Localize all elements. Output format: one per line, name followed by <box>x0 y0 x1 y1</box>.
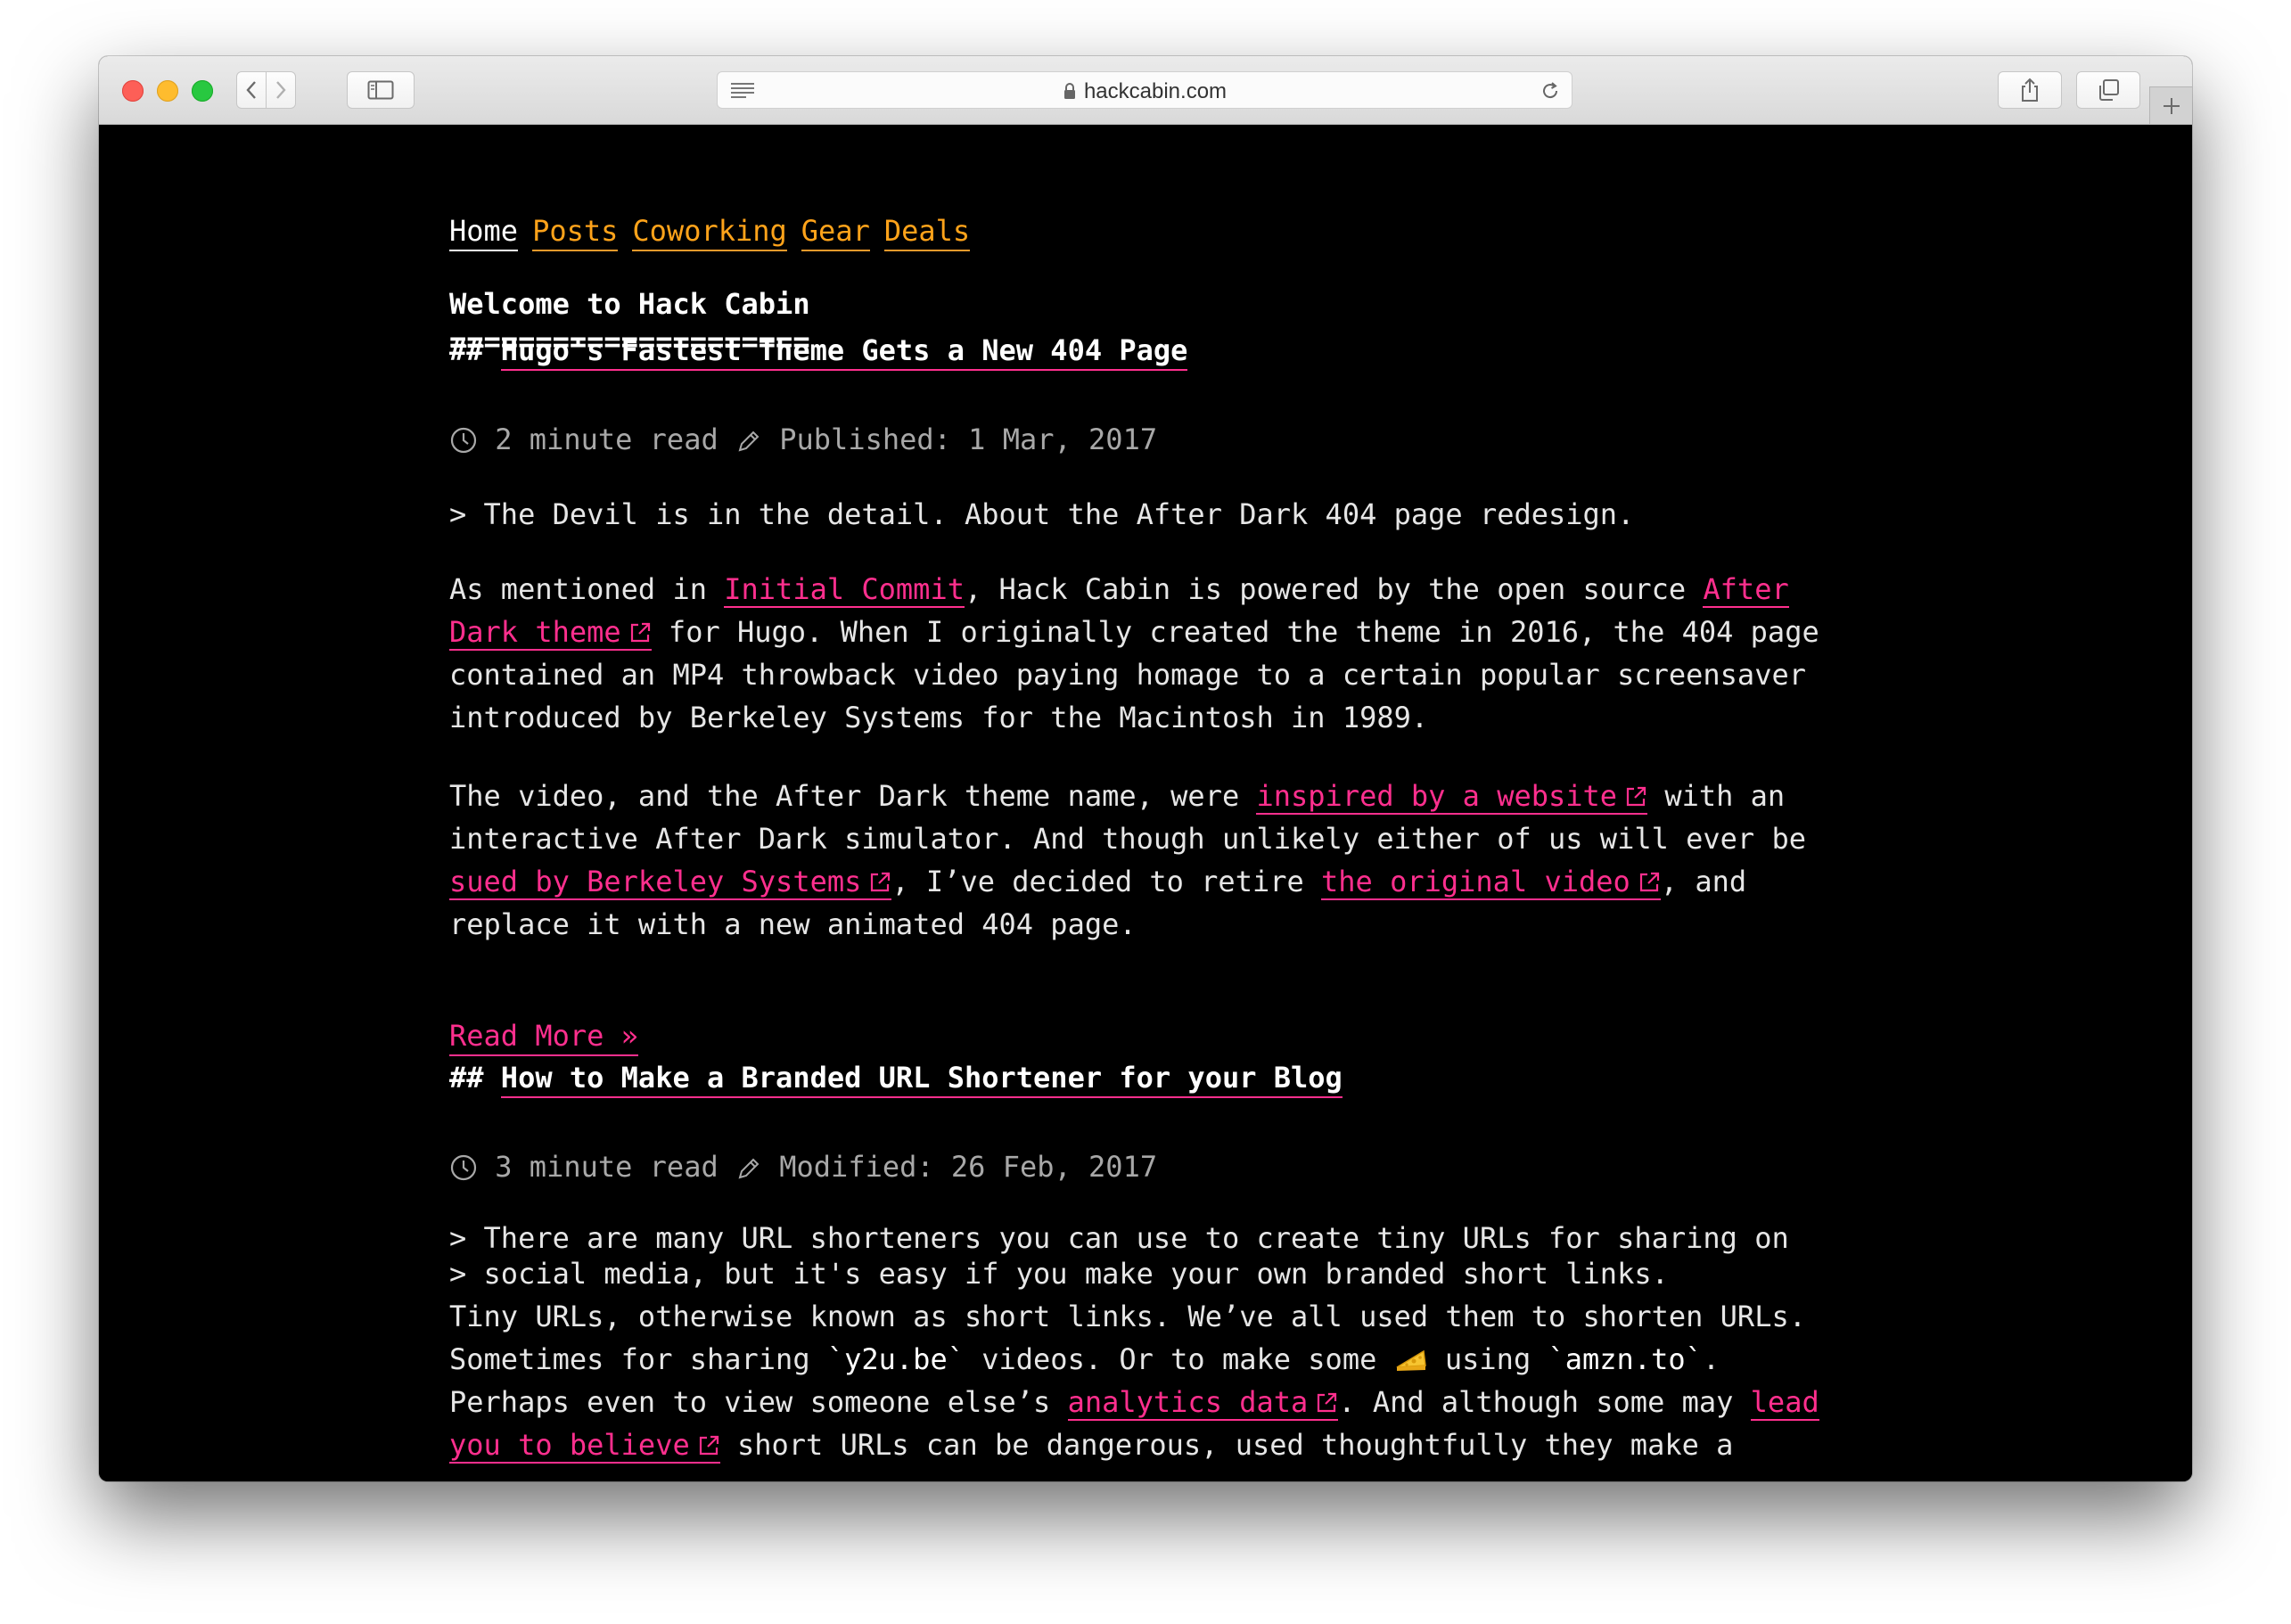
chevron-right-icon <box>276 81 286 99</box>
external-link-icon <box>699 1435 719 1456</box>
link-text: inspired by a website <box>1256 779 1618 813</box>
nav-home[interactable]: Home <box>449 214 519 251</box>
external-link-icon <box>1639 872 1659 892</box>
modified-date: Modified: 26 Feb, 2017 <box>779 1150 1158 1184</box>
post-title-2: ## How to Make a Branded URL Shortener f… <box>449 1056 1343 1099</box>
forward-button[interactable] <box>266 71 296 109</box>
sidebar-toggle-button[interactable] <box>347 71 415 109</box>
site-heading-title: Welcome to Hack Cabin <box>449 287 810 321</box>
external-link-icon <box>871 872 891 892</box>
link-original-video[interactable]: the original video <box>1321 865 1661 900</box>
text: The video, and the After Dark theme name… <box>449 779 1257 813</box>
link-initial-commit[interactable]: Initial Commit <box>724 572 965 608</box>
post-paragraph-2a: Tiny URLs, otherwise known as short link… <box>449 1295 1831 1466</box>
post-title-link-1[interactable]: Hugo's Fastest Theme Gets a New 404 Page <box>500 333 1188 371</box>
summary-line: > social media, but it's easy if you mak… <box>449 1257 1669 1291</box>
post-meta-2: 3 minute read Modified: 26 Feb, 2017 <box>449 1145 1157 1188</box>
lock-icon <box>1063 83 1075 99</box>
link-text: analytics data <box>1067 1385 1309 1419</box>
post-title-link-2[interactable]: How to Make a Branded URL Shortener for … <box>500 1061 1343 1098</box>
external-link-icon <box>1626 786 1646 807</box>
tabs-icon <box>2099 79 2119 101</box>
post-title-hash: ## <box>449 1061 484 1095</box>
text: , Hack Cabin is powered by the open sour… <box>964 572 1704 606</box>
site-nav: Home Posts Coworking Gear Deals <box>449 212 984 251</box>
new-tab-button[interactable] <box>2149 86 2192 124</box>
text: using <box>1427 1342 1548 1376</box>
text: , I’ve decided to retire <box>891 865 1322 898</box>
zoom-window-button[interactable] <box>192 80 213 102</box>
link-text: the original video <box>1321 865 1630 898</box>
tabs-overview-button[interactable] <box>2076 71 2140 109</box>
publish-date: Published: 1 Mar, 2017 <box>779 422 1158 456</box>
nav-gear[interactable]: Gear <box>801 214 870 251</box>
text: As mentioned in <box>449 572 725 606</box>
link-sued-by-berkeley[interactable]: sued by Berkeley Systems <box>449 865 892 900</box>
external-link-icon <box>1318 1392 1337 1413</box>
clock-icon <box>450 427 477 454</box>
plus-icon <box>2163 97 2180 114</box>
post-meta-1: 2 minute read Published: 1 Mar, 2017 <box>449 418 1157 461</box>
post-paragraph-1a: As mentioned in Initial Commit, Hack Cab… <box>449 568 1831 739</box>
text: . And although some may <box>1338 1385 1751 1419</box>
url-display: hackcabin.com <box>718 79 1572 104</box>
chevron-left-icon <box>246 81 256 99</box>
address-bar[interactable]: hackcabin.com <box>717 71 1572 109</box>
browser-window: hackcabin.com Home Posts Coworking Gear Deal… <box>99 56 2192 1481</box>
nav-deals[interactable]: Deals <box>883 214 971 251</box>
nav-coworking[interactable]: Coworking <box>632 214 787 251</box>
summary-line: > There are many URL shorteners you can … <box>449 1221 1789 1255</box>
back-button[interactable] <box>236 71 267 109</box>
nav-posts[interactable]: Posts <box>532 214 619 251</box>
share-button[interactable] <box>1998 71 2062 109</box>
post-title-1: ## Hugo's Fastest Theme Gets a New 404 P… <box>449 329 1188 372</box>
cheese-icon <box>1396 1349 1426 1371</box>
external-link-icon <box>630 622 650 643</box>
read-time: 3 minute read <box>495 1150 719 1184</box>
share-icon <box>2022 78 2038 102</box>
link-text: sued by Berkeley Systems <box>449 865 862 898</box>
post-title-hash: ## <box>449 333 484 367</box>
clock-icon <box>450 1154 477 1181</box>
reload-icon[interactable] <box>1540 80 1561 102</box>
page-viewport: Home Posts Coworking Gear Deals Welcome to H… <box>99 125 2192 1481</box>
post-summary-1: > The Devil is in the detail. About the … <box>449 497 1635 531</box>
link-inspired-by-website[interactable]: inspired by a website <box>1256 779 1648 815</box>
text: for Hugo. When I originally created the … <box>449 615 1819 734</box>
link-analytics-data[interactable]: analytics data <box>1067 1385 1339 1421</box>
inline-code: `amzn.to` <box>1548 1342 1703 1376</box>
post-summary-2: > There are many URL shorteners you can … <box>449 1220 1831 1292</box>
read-more-link[interactable]: Read More » <box>449 1017 638 1056</box>
inline-code: `y2u.be` <box>826 1342 965 1376</box>
url-text: hackcabin.com <box>1083 79 1228 103</box>
sidebar-icon <box>367 80 394 100</box>
read-time: 2 minute read <box>495 422 719 456</box>
pencil-icon <box>738 431 760 452</box>
text: short URLs can be dangerous, used though… <box>719 1428 1734 1462</box>
minimize-window-button[interactable] <box>157 80 178 102</box>
post-paragraph-1b: The video, and the After Dark theme name… <box>449 775 1831 946</box>
browser-toolbar: hackcabin.com <box>99 56 2192 125</box>
close-window-button[interactable] <box>122 80 144 102</box>
text: videos. Or to make some <box>964 1342 1394 1376</box>
pencil-icon <box>738 1158 760 1179</box>
